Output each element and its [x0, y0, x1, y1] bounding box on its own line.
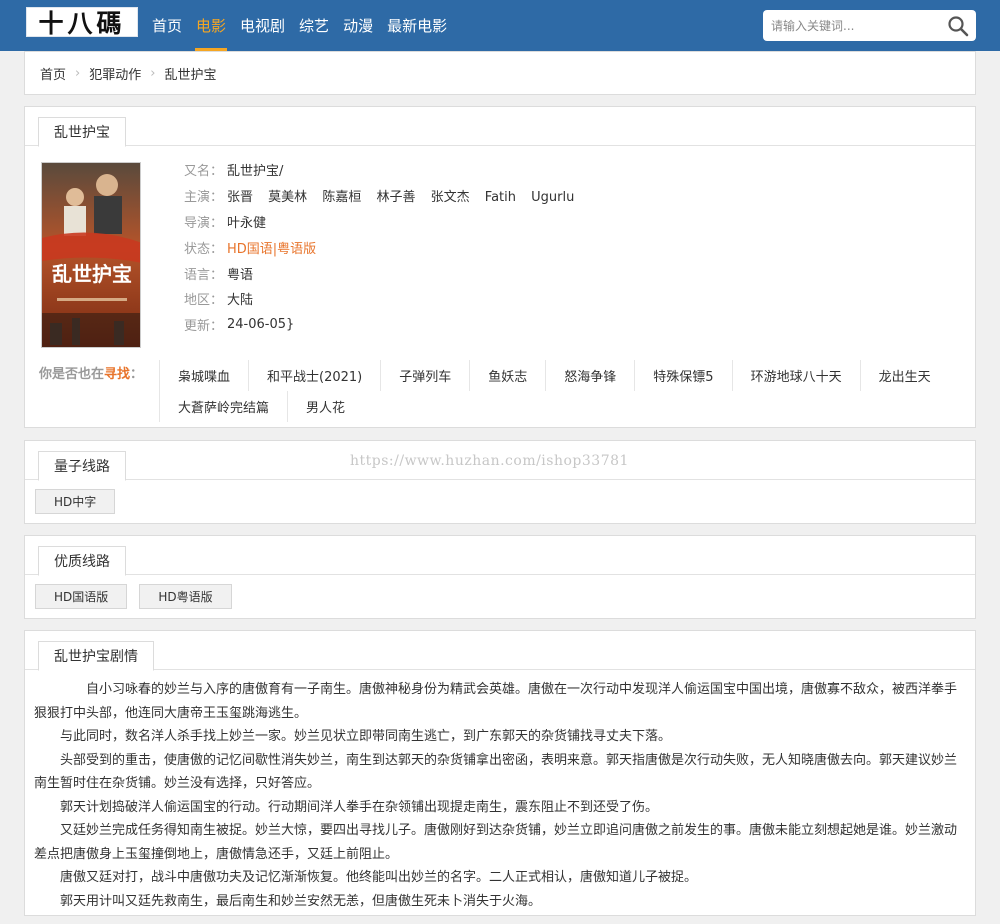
- play-button-hd-sub[interactable]: HD中字: [35, 489, 116, 514]
- related-item[interactable]: 特殊保镖5: [634, 360, 731, 391]
- plot-tab-row: 乱世护宝剧情: [25, 631, 975, 671]
- status-value: HD国语|粤语版: [227, 241, 317, 257]
- info-alias: 又名： 乱世护宝/: [184, 157, 585, 183]
- related-item[interactable]: 怒海争锋: [545, 360, 634, 391]
- play-button-mandarin[interactable]: HD国语版: [35, 584, 128, 609]
- movie-poster[interactable]: 乱世护宝: [41, 162, 141, 348]
- poster-image: 乱世护宝: [42, 163, 140, 347]
- nav-item-latest[interactable]: 最新电影: [380, 0, 454, 51]
- related-label: 你是否也在寻找：: [39, 367, 144, 382]
- related-item[interactable]: 子弹列车: [380, 360, 469, 391]
- related-item[interactable]: 鱼妖志: [469, 360, 545, 391]
- chevron-right-icon: ›: [75, 65, 81, 81]
- cast-link[interactable]: 莫美林: [268, 190, 307, 205]
- line2-buttons: HD国语版 HD粤语版: [35, 584, 240, 609]
- breadcrumb-current: 乱世护宝: [164, 67, 217, 83]
- site-logo[interactable]: 十八碼: [26, 7, 138, 38]
- nav-item-movies[interactable]: 电影: [189, 0, 233, 51]
- cast-link[interactable]: 陈嘉桓: [322, 190, 361, 205]
- cast-label: 主演：: [184, 190, 224, 206]
- main-nav: 首页 电影 电视剧 综艺 动漫 最新电影: [145, 0, 454, 51]
- language-value: 粤语: [227, 267, 254, 283]
- related-item[interactable]: 龙出生天: [859, 360, 949, 391]
- breadcrumb: 首页 › 犯罪动作 › 乱世护宝: [24, 51, 976, 95]
- info-director: 导演： 叶永健: [184, 209, 585, 235]
- plot-paragraph: 头部受到的重击，使唐傲的记忆间歇性消失妙兰，南生到达郭天的杂货铺拿出密函，表明来…: [34, 752, 958, 792]
- tab-line-premium[interactable]: 优质线路: [38, 546, 126, 576]
- alias-label: 又名：: [184, 164, 224, 180]
- plot-paragraph: 与此同时，数名洋人杀手找上妙兰一家。妙兰见状立即带同南生逃亡，到广东郭天的杂货铺…: [60, 729, 672, 744]
- play-button-cantonese[interactable]: HD粤语版: [139, 584, 232, 609]
- plot-paragraph: 郭天用计叫又廷先救南生，最后南生和妙兰安然无恙，但唐傲生死未卜消失于火海。: [60, 893, 542, 909]
- movie-detail-panel: 乱世护宝 乱世护宝 又名： 乱世护宝/ 主演： 张晋 莫美林 陈嘉桓 林子善 张…: [24, 106, 976, 428]
- nav-item-tv[interactable]: 电视剧: [233, 0, 292, 51]
- movie-info: 又名： 乱世护宝/ 主演： 张晋 莫美林 陈嘉桓 林子善 张文杰 Fatih U…: [184, 157, 585, 338]
- line2-tab-row: 优质线路: [25, 536, 975, 576]
- related-item[interactable]: 枭城喋血: [159, 360, 248, 391]
- language-label: 语言：: [184, 267, 224, 283]
- play-line-premium: 优质线路 HD国语版 HD粤语版: [24, 535, 976, 619]
- search-input[interactable]: [763, 10, 938, 41]
- plot-text: 自小习咏春的妙兰与入序的唐傲育有一子南生。唐傲神秘身份为精武会英雄。唐傲在一次行…: [34, 678, 964, 913]
- plot-paragraph: 郭天计划捣破洋人偷运国宝的行动。行动期间洋人拳手在杂领铺出现提走南生，震东阻止不…: [60, 799, 659, 815]
- info-update: 更新： 24-06-05}: [184, 312, 585, 338]
- director-label: 导演：: [184, 215, 224, 231]
- plot-paragraph: 自小习咏春的妙兰与入序的唐傲育有一子南生。唐傲神秘身份为精武会英雄。唐傲在一次行…: [34, 682, 958, 721]
- line1-buttons: HD中字: [35, 489, 123, 514]
- chevron-right-icon: ›: [150, 65, 156, 81]
- related-item[interactable]: 男人花: [287, 391, 363, 422]
- alias-value: 乱世护宝/: [227, 164, 284, 180]
- cast-link[interactable]: 林子善: [376, 190, 415, 205]
- detail-tab-row: 乱世护宝: [25, 107, 975, 147]
- breadcrumb-category[interactable]: 犯罪动作: [89, 64, 141, 83]
- plot-paragraph: 又廷妙兰完成任务得知南生被捉。妙兰大惊，要四出寻找儿子。唐傲刚好到达杂货铺，妙兰…: [34, 823, 958, 862]
- breadcrumb-home[interactable]: 首页: [40, 64, 66, 83]
- region-value: 大陆: [227, 293, 254, 309]
- director-link[interactable]: 叶永健: [227, 212, 266, 231]
- related-item[interactable]: 和平战士(2021): [248, 360, 380, 391]
- logo-text: 十八碼: [38, 9, 126, 38]
- info-status: 状态： HD国语|粤语版: [184, 234, 585, 260]
- watermark-text: https://www.huzhan.com/ishop33781: [350, 453, 629, 469]
- plot-paragraph: 唐傲又廷对打，战斗中唐傲功夫及记忆渐渐恢复。他终能叫出妙兰的名字。二人正式相认，…: [60, 870, 698, 885]
- update-label: 更新：: [184, 319, 224, 335]
- related-item[interactable]: 环游地球八十天: [731, 360, 860, 391]
- top-nav-bar: 十八碼 首页 电影 电视剧 综艺 动漫 最新电影: [0, 0, 1000, 51]
- update-value: 24-06-05}: [227, 317, 295, 333]
- nav-item-anime[interactable]: 动漫: [336, 0, 380, 51]
- cast-link[interactable]: 张文杰: [431, 190, 470, 205]
- info-cast: 主演： 张晋 莫美林 陈嘉桓 林子善 张文杰 Fatih Ugurlu: [184, 183, 585, 209]
- cast-link[interactable]: Fatih: [485, 190, 516, 205]
- tab-plot[interactable]: 乱世护宝剧情: [38, 641, 154, 671]
- related-item[interactable]: 大蒼萨岭完结篇: [159, 391, 287, 422]
- poster-title: 乱世护宝: [52, 262, 132, 286]
- related-list: 枭城喋血 和平战士(2021) 子弹列车 鱼妖志 怒海争锋 特殊保镖5 环游地球…: [159, 360, 959, 422]
- tab-detail[interactable]: 乱世护宝: [38, 117, 126, 147]
- nav-item-variety[interactable]: 综艺: [292, 0, 336, 51]
- info-language: 语言： 粤语: [184, 260, 585, 286]
- cast-link[interactable]: 张晋: [227, 190, 253, 205]
- search-box: [763, 10, 976, 41]
- status-label: 状态：: [184, 241, 224, 257]
- info-region: 地区： 大陆: [184, 286, 585, 312]
- tab-line-quantum[interactable]: 量子线路: [38, 451, 126, 481]
- region-label: 地区：: [184, 293, 224, 309]
- nav-item-home[interactable]: 首页: [145, 0, 189, 51]
- search-icon[interactable]: [946, 14, 970, 38]
- cast-link[interactable]: Ugurlu: [531, 190, 574, 205]
